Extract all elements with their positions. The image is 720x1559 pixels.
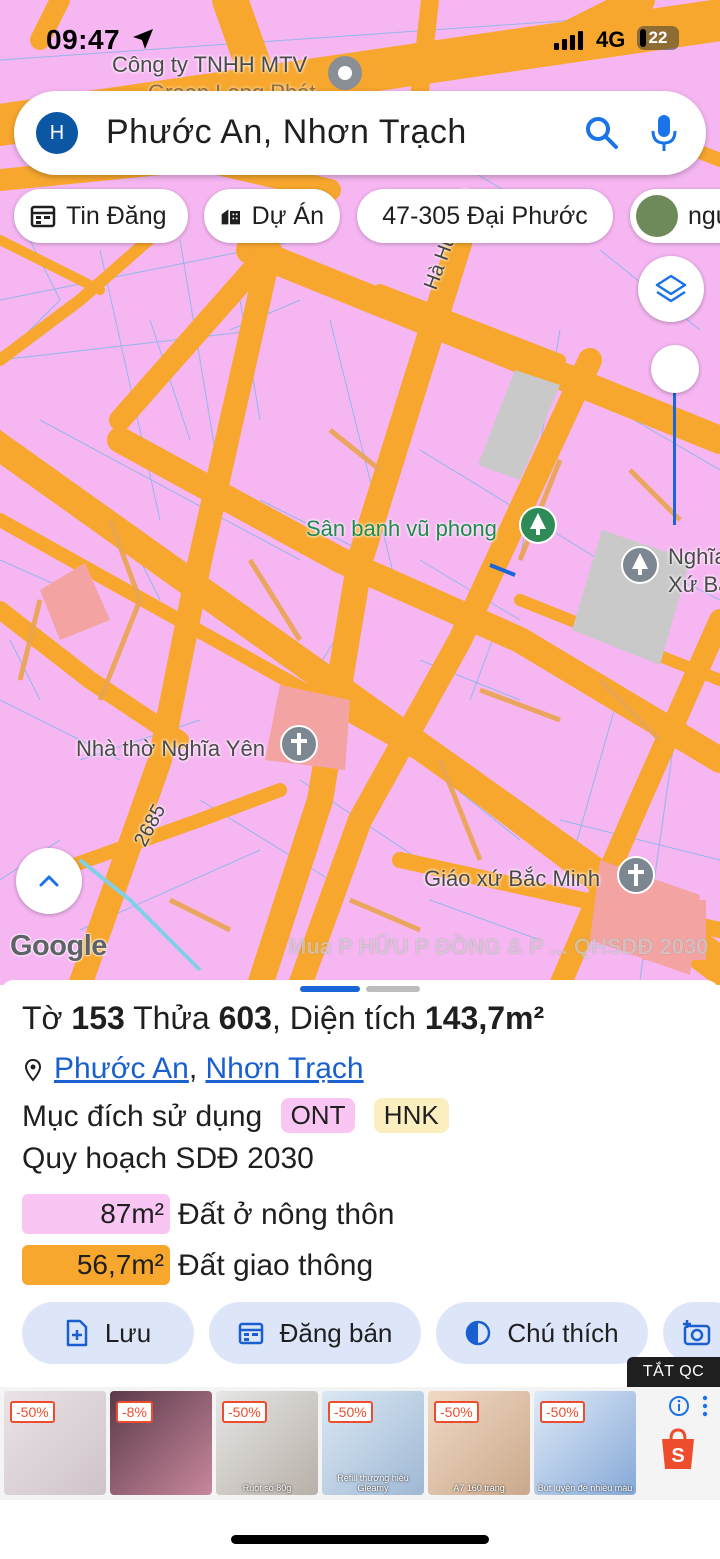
ad-caption: A7 160 trang	[453, 1483, 505, 1493]
search-bar[interactable]: H Phước An, Nhơn Trạch	[14, 91, 706, 175]
location-pin-icon	[24, 1058, 42, 1082]
land-use-tag[interactable]: ONT	[280, 1098, 356, 1133]
pager-dot	[366, 986, 420, 992]
chip-address-label: 47-305 Đại Phước	[382, 201, 588, 230]
sheet-number-label: Tờ	[22, 1000, 63, 1036]
layers-button[interactable]	[638, 256, 704, 322]
land-use-tag[interactable]: HNK	[373, 1098, 449, 1133]
sheet-number: 153	[71, 1000, 125, 1036]
cemetery-pin-icon[interactable]	[620, 545, 660, 594]
opacity-slider-track[interactable]	[673, 372, 676, 525]
pager-dot-active	[300, 986, 360, 992]
land-use-label: Mục đích sử dụng	[22, 1100, 263, 1133]
home-indicator[interactable]	[231, 1535, 489, 1544]
district-link[interactable]: Nhơn Trạch	[206, 1052, 364, 1085]
calendar-icon	[238, 1322, 263, 1345]
post-sale-button-label: Đăng bán	[279, 1317, 393, 1348]
area-label: Diện tích	[289, 1000, 417, 1036]
map-label-parish[interactable]: Giáo xứ Bắc Minh	[424, 866, 600, 892]
discount-badge: -50%	[328, 1401, 373, 1423]
google-logo: Google	[10, 930, 107, 962]
ad-caption: Refill thương hiệu Gleamy	[337, 1473, 409, 1493]
parcel-title: Tờ 153 Thửa 603, Diện tích 143,7m²	[22, 1000, 545, 1036]
park-pin-icon[interactable]	[518, 505, 558, 554]
chip-listings-label: Tin Đăng	[66, 201, 167, 230]
map-label-cemetery[interactable]: Nghĩa	[668, 544, 720, 570]
discount-badge: -50%	[540, 1401, 585, 1423]
status-time: 09:47	[46, 24, 121, 55]
ad-product[interactable]: -50% Bút luyện đề nhiều màu	[534, 1391, 636, 1495]
account-avatar[interactable]: H	[36, 112, 78, 154]
parcel-info-sheet[interactable]: Tờ 153 Thửa 603, Diện tích 143,7m² Phước…	[0, 980, 720, 1390]
add-document-icon	[66, 1319, 88, 1347]
ad-caption: Bút luyện đề nhiều màu	[537, 1483, 633, 1493]
chip-listings[interactable]: Tin Đăng	[14, 189, 188, 243]
planning-area: 56,7m²	[22, 1245, 170, 1285]
calendar-icon	[30, 205, 56, 228]
planning-desc: Đất giao thông	[178, 1249, 374, 1282]
expand-sheet-button[interactable]	[16, 848, 82, 914]
ad-caption: Ruột sổ 80g	[242, 1483, 292, 1493]
buildings-icon	[221, 209, 241, 225]
user-avatar	[636, 195, 678, 237]
chip-projects[interactable]: Dự Án	[204, 189, 340, 243]
chip-user[interactable]: ngu	[630, 189, 720, 243]
ad-product[interactable]: -50% A7 160 trang	[428, 1391, 530, 1495]
more-options-icon[interactable]	[702, 1395, 708, 1417]
parish-pin-icon[interactable]	[616, 855, 656, 904]
network-type: 4G	[596, 27, 626, 52]
discount-badge: -8%	[116, 1401, 153, 1423]
chip-projects-label: Dự Án	[251, 201, 324, 230]
battery-level: 22	[648, 28, 668, 47]
post-sale-button[interactable]: Đăng bán	[209, 1302, 421, 1364]
parcel-number-label: Thửa	[133, 1000, 210, 1036]
area-value: 143,7m²	[424, 1000, 545, 1036]
ad-info-icon[interactable]	[668, 1395, 690, 1417]
contrast-icon	[466, 1320, 491, 1346]
save-button-label: Lưu	[104, 1317, 152, 1348]
battery-icon: 22	[637, 26, 679, 50]
discount-badge: -50%	[434, 1401, 479, 1423]
legend-button-label: Chú thích	[507, 1317, 619, 1348]
ad-product[interactable]: -50% Ruột sổ 80g	[216, 1391, 318, 1495]
ad-product[interactable]: -50% Refill thương hiệu Gleamy	[322, 1391, 424, 1495]
camera-add-icon	[683, 1320, 711, 1346]
search-input[interactable]: Phước An, Nhơn Trạch	[106, 113, 467, 152]
map-watermark: Mua P HỮU P ĐỒNG & P ... QHSDĐ 2030	[288, 934, 709, 959]
ad-product[interactable]: -8%	[110, 1391, 212, 1495]
map-label-church[interactable]: Nhà thờ Nghĩa Yên	[76, 736, 265, 762]
ward-link[interactable]: Phước An	[54, 1052, 189, 1085]
location-arrow-icon	[133, 29, 153, 49]
location-row: Phước An, Nhơn Trạch	[22, 1052, 364, 1086]
status-bar: 09:47 4G 22	[0, 0, 720, 78]
parcel-number: 603	[218, 1000, 272, 1036]
planning-desc: Đất ở nông thôn	[178, 1198, 395, 1231]
legend-button[interactable]: Chú thích	[436, 1302, 648, 1364]
church-pin-icon[interactable]	[279, 724, 319, 773]
opacity-slider-handle[interactable]	[651, 345, 699, 393]
land-use-row: Mục đích sử dụng ONT HNK	[22, 1098, 449, 1134]
planning-area: 87m²	[22, 1194, 170, 1234]
map-label-cemetery-2[interactable]: Xứ Bắ	[668, 572, 720, 598]
shopee-logo-icon: S	[662, 1428, 694, 1469]
search-icon[interactable]	[584, 115, 620, 151]
chip-user-label: ngu	[688, 201, 720, 230]
ad-product[interactable]: -50%	[4, 1391, 106, 1495]
discount-badge: -50%	[10, 1401, 55, 1423]
camera-button[interactable]	[663, 1302, 720, 1364]
microphone-icon[interactable]	[650, 113, 678, 153]
save-button[interactable]: Lưu	[22, 1302, 194, 1364]
chevron-up-icon	[39, 875, 59, 887]
chip-address[interactable]: 47-305 Đại Phước	[357, 189, 613, 243]
close-ad-button[interactable]: TẮT QC	[627, 1357, 720, 1387]
layers-icon	[655, 274, 687, 303]
ad-banner[interactable]: -50% -8% -50% Ruột sổ 80g -50% Refill th…	[0, 1387, 720, 1500]
planning-title: Quy hoạch SDĐ 2030	[22, 1142, 314, 1175]
map-label-field[interactable]: Sân banh vũ phong	[306, 516, 497, 542]
signal-icon	[554, 31, 583, 50]
discount-badge: -50%	[222, 1401, 267, 1423]
svg-text:S: S	[671, 1445, 684, 1467]
